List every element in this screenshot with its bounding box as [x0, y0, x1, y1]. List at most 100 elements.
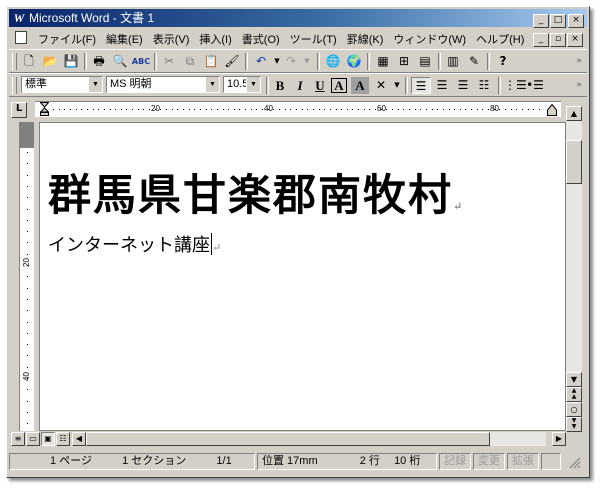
menu-table[interactable]: 罫線(K) [342, 31, 389, 47]
document-control-icon[interactable] [15, 31, 27, 44]
cut-icon[interactable]: ✂ [159, 53, 179, 70]
right-indent-icon[interactable] [547, 104, 557, 116]
horizontal-scroll-thumb[interactable] [86, 432, 490, 446]
vertical-scroll-thumb[interactable] [566, 140, 582, 184]
char-shading-button[interactable]: A [351, 77, 369, 94]
ruler-tick [250, 109, 252, 110]
word-app-icon[interactable]: W [12, 11, 26, 25]
more-buttons-icon[interactable]: » [569, 53, 589, 70]
resize-grip-icon[interactable] [569, 457, 581, 469]
document-title-line[interactable]: 群馬県甘楽郡南牧村↵ [48, 161, 464, 223]
chevron-down-icon[interactable]: ▼ [88, 77, 102, 92]
paste-icon[interactable]: 📋 [201, 53, 221, 70]
ruler-tick [92, 109, 94, 110]
chevron-down-icon[interactable]: ▼ [205, 77, 219, 92]
spelling-icon[interactable]: ABC [131, 53, 151, 70]
print-layout-view-icon[interactable]: ▣ [41, 432, 55, 446]
web-layout-view-icon[interactable]: ▭ [26, 432, 40, 446]
underline-button[interactable]: U [311, 77, 329, 94]
minimize-icon[interactable]: _ [533, 14, 549, 28]
menu-edit[interactable]: 編集(E) [101, 31, 148, 47]
ruler-tick [301, 109, 303, 110]
align-center-icon[interactable]: ☰ [432, 77, 452, 94]
word-window: W Microsoft Word - 文書 1 _ □ × ファイル(F) 編集(E)… [6, 6, 590, 478]
help-icon[interactable]: ? [493, 53, 513, 70]
tab-selector[interactable]: L [11, 102, 27, 118]
toolbar-grip[interactable] [12, 77, 17, 94]
chevron-down-icon[interactable]: ▼ [246, 77, 260, 92]
open-icon[interactable]: 📂 [40, 53, 60, 70]
bold-button[interactable]: B [271, 77, 289, 94]
previous-page-icon[interactable]: ▲ ▲ [566, 387, 582, 402]
bullets-icon[interactable]: •☰ [525, 77, 545, 94]
scroll-left-icon[interactable]: ◀ [72, 432, 86, 446]
status-position-panel[interactable]: 位置 17mm 2 行 10 桁 [257, 453, 437, 470]
horizontal-ruler[interactable]: 20 40 60 80 [35, 101, 561, 117]
doc-minimize-icon[interactable]: _ [533, 33, 549, 47]
document-area[interactable]: 群馬県甘楽郡南牧村↵ インターネット講座 ↵ [39, 122, 566, 431]
new-icon[interactable]: 🗋 [19, 53, 39, 70]
columns-icon[interactable]: ▥ [443, 53, 463, 70]
align-left-icon[interactable]: ☰ [411, 77, 431, 94]
status-rec[interactable]: 記録 [439, 453, 471, 470]
justify-icon[interactable]: ☷ [474, 77, 494, 94]
menu-window[interactable]: ウィンドウ(W) [388, 31, 471, 47]
normal-view-icon[interactable]: ≡ [11, 432, 25, 446]
tables-borders-icon[interactable]: ▦ [373, 53, 393, 70]
ruler-tick [188, 109, 190, 110]
font-size-combo[interactable]: 10.5 ▼ [223, 76, 261, 93]
ruler-tick [290, 109, 292, 110]
save-icon[interactable]: 💾 [61, 53, 81, 70]
redo-dropdown-icon[interactable]: ▼ [297, 53, 317, 70]
char-border-button[interactable]: A [331, 78, 347, 93]
menu-tools[interactable]: ツール(T) [285, 31, 342, 47]
doc-restore-icon[interactable]: ▫ [550, 33, 566, 47]
status-page-panel[interactable]: 1 ページ 1 セクション 1/1 [9, 453, 255, 470]
menu-insert[interactable]: 挿入(I) [194, 31, 236, 47]
numbering-icon[interactable]: ⋮☰ [504, 77, 527, 94]
menu-view[interactable]: 表示(V) [148, 31, 195, 47]
print-preview-icon[interactable]: 🔍 [110, 53, 130, 70]
more-buttons-icon[interactable]: » [569, 77, 589, 94]
italic-button[interactable]: I [291, 77, 309, 94]
insert-excel-icon[interactable]: ▤ [415, 53, 435, 70]
browse-object-icon[interactable]: ○ [566, 402, 582, 417]
ruler-tick [27, 163, 28, 165]
ruler-tick [27, 389, 28, 391]
vertical-ruler[interactable]: 20 40 [19, 122, 34, 431]
status-ext[interactable]: 拡張 [507, 453, 539, 470]
drawing-icon[interactable]: ✎ [464, 53, 484, 70]
vertical-scrollbar[interactable]: ▲ ▼ ▲ ▲ ○ ▼ ▼ [566, 106, 582, 432]
align-right-icon[interactable]: ☰ [453, 77, 473, 94]
menu-help[interactable]: ヘルプ(H) [471, 31, 529, 47]
doc-close-icon[interactable]: × [567, 33, 583, 47]
toolbar-separator [317, 53, 320, 70]
menu-format[interactable]: 書式(O) [237, 31, 285, 47]
scroll-right-icon[interactable]: ▶ [552, 432, 566, 446]
font-combo[interactable]: MS 明朝 ▼ [106, 76, 220, 93]
close-icon[interactable]: × [568, 14, 584, 28]
indent-marker-icon[interactable] [40, 102, 49, 116]
document-subtitle-line[interactable]: インターネット講座 ↵ [48, 231, 221, 257]
horizontal-scroll-track[interactable] [86, 432, 546, 446]
toolbar-grip[interactable] [12, 53, 17, 70]
print-icon[interactable]: 🖶 [89, 53, 109, 70]
ruler-tick [397, 109, 399, 110]
chevron-down-icon[interactable]: ▼ [387, 77, 407, 94]
format-painter-icon[interactable]: 🖌 [222, 53, 242, 70]
maximize-icon[interactable]: □ [550, 14, 566, 28]
ruler-tick [143, 109, 145, 110]
hyperlink-icon[interactable]: 🌐 [323, 53, 343, 70]
copy-icon[interactable]: ⧉ [180, 53, 200, 70]
outline-view-icon[interactable]: ☷ [56, 432, 70, 446]
ruler-tick [98, 109, 100, 110]
scroll-down-icon[interactable]: ▼ [566, 372, 582, 387]
title-bar[interactable]: W Microsoft Word - 文書 1 _ □ × [9, 9, 587, 28]
next-page-icon[interactable]: ▼ ▼ [566, 417, 582, 432]
web-toolbar-icon[interactable]: 🌍 [344, 53, 364, 70]
insert-table-icon[interactable]: ⊞ [394, 53, 414, 70]
style-combo[interactable]: 標準 ▼ [21, 76, 103, 93]
status-trk[interactable]: 変更 [473, 453, 505, 470]
scroll-up-icon[interactable]: ▲ [566, 106, 582, 121]
menu-file[interactable]: ファイル(F) [33, 31, 101, 47]
